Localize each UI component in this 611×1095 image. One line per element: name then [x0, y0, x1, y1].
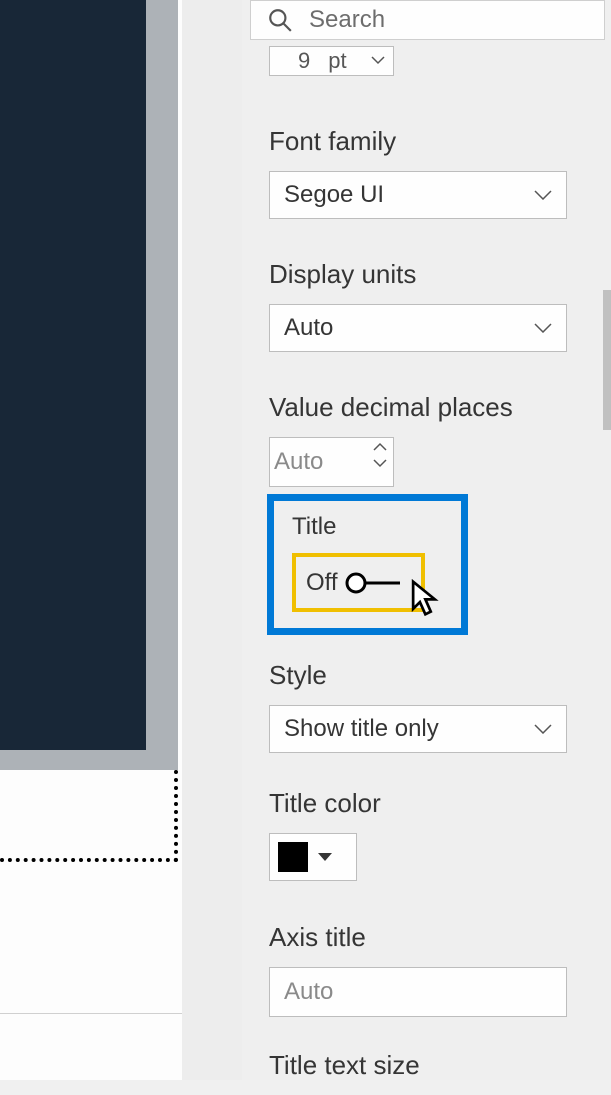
chevron-down-icon [371, 55, 385, 65]
selection-marquee [0, 770, 178, 862]
display-units-dropdown[interactable]: Auto [269, 304, 567, 352]
chevron-up-icon [373, 442, 387, 452]
axis-title-group: Axis title Auto [269, 922, 567, 1017]
horizontal-divider [0, 1013, 182, 1014]
display-units-value: Auto [284, 314, 333, 342]
color-swatch [278, 842, 308, 872]
title-text-size-group: Title text size [269, 1050, 420, 1095]
axis-title-input[interactable]: Auto [269, 967, 567, 1017]
axis-title-label: Axis title [269, 922, 567, 953]
cursor-icon [409, 579, 439, 617]
search-input[interactable]: Search [250, 0, 605, 40]
style-value: Show title only [284, 715, 439, 743]
chevron-down-icon [534, 724, 552, 734]
title-toggle[interactable]: Off [292, 553, 425, 612]
style-group: Style Show title only [269, 660, 567, 753]
search-icon [267, 7, 293, 33]
title-toggle-state: Off [306, 569, 338, 597]
font-family-group: Font family Segoe UI [269, 126, 603, 219]
value-decimal-stepper[interactable]: Auto [269, 437, 394, 487]
font-family-value: Segoe UI [284, 181, 384, 209]
caret-down-icon [318, 853, 332, 861]
chevron-down-icon [534, 323, 552, 333]
title-color-group: Title color [269, 788, 381, 881]
font-family-dropdown[interactable]: Segoe UI [269, 171, 567, 219]
scrollbar[interactable] [603, 290, 611, 430]
title-color-picker[interactable] [269, 833, 357, 881]
title-color-label: Title color [269, 788, 381, 819]
canvas-visual-background [0, 0, 178, 770]
axis-title-value: Auto [284, 978, 333, 1006]
chevron-down-icon [534, 190, 552, 200]
display-units-group: Display units Auto [269, 259, 603, 352]
chevron-down-icon [373, 458, 387, 468]
font-family-label: Font family [269, 126, 603, 157]
style-dropdown[interactable]: Show title only [269, 705, 567, 753]
title-section-label: Title [292, 513, 461, 541]
title-toggle-highlight: Title Off [267, 494, 468, 635]
properties-pane: Search 9 pt Font family Segoe UI Display… [242, 0, 611, 1080]
text-size-value: 9 [270, 48, 310, 74]
value-decimal-label: Value decimal places [269, 392, 603, 423]
pane-divider [182, 0, 242, 1080]
canvas-visual[interactable] [0, 0, 146, 750]
text-size-unit: pt [310, 48, 346, 74]
toggle-switch-icon [344, 572, 402, 594]
properties-content: 9 pt Font family Segoe UI Display units … [269, 46, 603, 1080]
value-decimal-value: Auto [270, 448, 323, 476]
canvas-area [0, 0, 182, 1080]
display-units-label: Display units [269, 259, 603, 290]
value-decimal-group: Value decimal places Auto [269, 392, 603, 487]
style-label: Style [269, 660, 567, 691]
spinner-arrows[interactable] [373, 442, 387, 468]
text-size-stepper[interactable]: 9 pt [269, 46, 394, 76]
title-text-size-label: Title text size [269, 1050, 420, 1081]
search-placeholder: Search [309, 6, 385, 34]
